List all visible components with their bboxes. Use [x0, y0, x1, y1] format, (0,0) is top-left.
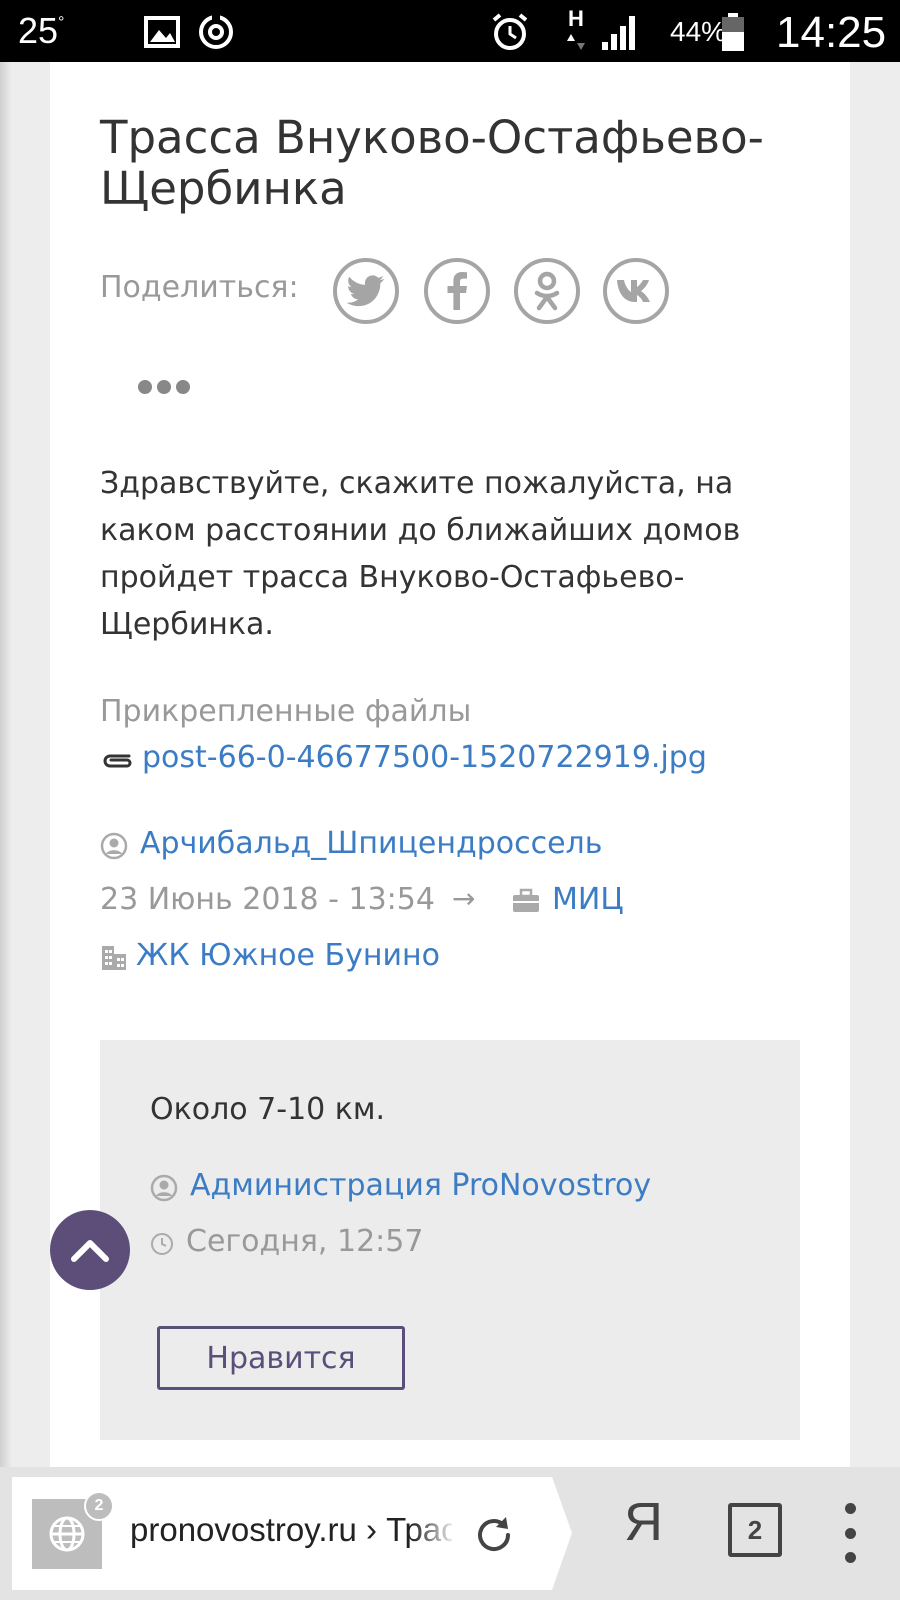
dot [157, 380, 171, 394]
alarm-icon [492, 13, 528, 50]
briefcase-icon [513, 888, 539, 912]
post-date: 23 Июнь 2018 - 13:54 [100, 882, 435, 917]
battery-percent: 44% [670, 16, 727, 47]
globe-icon [49, 1516, 85, 1552]
dot [138, 380, 152, 394]
twitter-icon [347, 275, 385, 307]
clock-icon [151, 1233, 173, 1255]
clock: 14:25 [776, 8, 887, 57]
more-share-button[interactable] [138, 380, 192, 396]
vk-icon [617, 280, 650, 302]
attached-files-label: Прикрепленные файлы [100, 694, 472, 729]
battery-icon [722, 13, 744, 51]
vk-share-button[interactable] [603, 258, 669, 324]
user-icon [100, 832, 128, 860]
twitter-share-button[interactable] [333, 258, 399, 324]
building-icon [102, 946, 126, 970]
scroll-to-top-button[interactable] [50, 1210, 130, 1290]
degree-sign: ° [58, 14, 65, 31]
browser-menu-button[interactable] [842, 1503, 858, 1563]
network-type-icon: H [562, 6, 590, 56]
post-title: Трасса Внуково-Остафьево-Щербинка [100, 111, 764, 215]
odnoklassniki-share-button[interactable] [514, 258, 580, 324]
page-edge [0, 62, 12, 1467]
dot [844, 1552, 856, 1563]
paperclip-icon [103, 754, 132, 768]
gallery-icon [144, 16, 180, 48]
yandex-button[interactable]: Я [624, 1491, 663, 1553]
dot [844, 1503, 856, 1514]
temperature-value: 25 [18, 10, 59, 51]
complex-link[interactable]: ЖК Южное Бунино [136, 938, 440, 973]
network-type-label: H [568, 6, 584, 31]
category-link[interactable]: МИЦ [552, 882, 624, 917]
url-text[interactable]: pronovostroy.ru › Трасса Внуково-Остафье… [130, 1511, 452, 1549]
dot [844, 1527, 856, 1539]
facebook-icon [447, 272, 467, 310]
question-text: Здравствуйте, скажите пожалуйста, на как… [100, 466, 741, 642]
share-label: Поделиться: [100, 270, 299, 305]
chevron-up-icon [71, 1240, 109, 1262]
like-button[interactable]: Нравится [157, 1326, 405, 1390]
author-link[interactable]: Арчибальд_Шпицендроссель [140, 826, 602, 861]
reload-icon[interactable] [472, 1513, 516, 1557]
answer-text: Около 7-10 км. [150, 1092, 386, 1127]
sync-icon [199, 14, 233, 49]
answer-author-link[interactable]: Администрация ProNovostroy [190, 1168, 651, 1203]
facebook-share-button[interactable] [424, 258, 490, 324]
url-fade [412, 1505, 456, 1561]
answer-timestamp: Сегодня, 12:57 [186, 1224, 424, 1259]
temperature-indicator: 25° [18, 10, 64, 52]
dot [176, 380, 190, 394]
address-bar[interactable]: 2 pronovostroy.ru › Трасса Внуково-Остаф… [12, 1477, 572, 1590]
user-icon [150, 1174, 178, 1202]
status-bar: 25° H 44% 14:25 [0, 0, 900, 62]
site-badge: 2 [84, 1491, 114, 1521]
data-transfer-icon [567, 34, 585, 50]
attached-file-link[interactable]: post-66-0-46677500-1520722919.jpg [142, 740, 707, 775]
browser-toolbar: 2 pronovostroy.ru › Трасса Внуково-Остаф… [0, 1467, 900, 1600]
arrow-icon: → [452, 882, 476, 915]
tabs-button[interactable]: 2 [728, 1503, 782, 1557]
odnoklassniki-icon [534, 271, 560, 311]
signal-icon [602, 16, 635, 50]
